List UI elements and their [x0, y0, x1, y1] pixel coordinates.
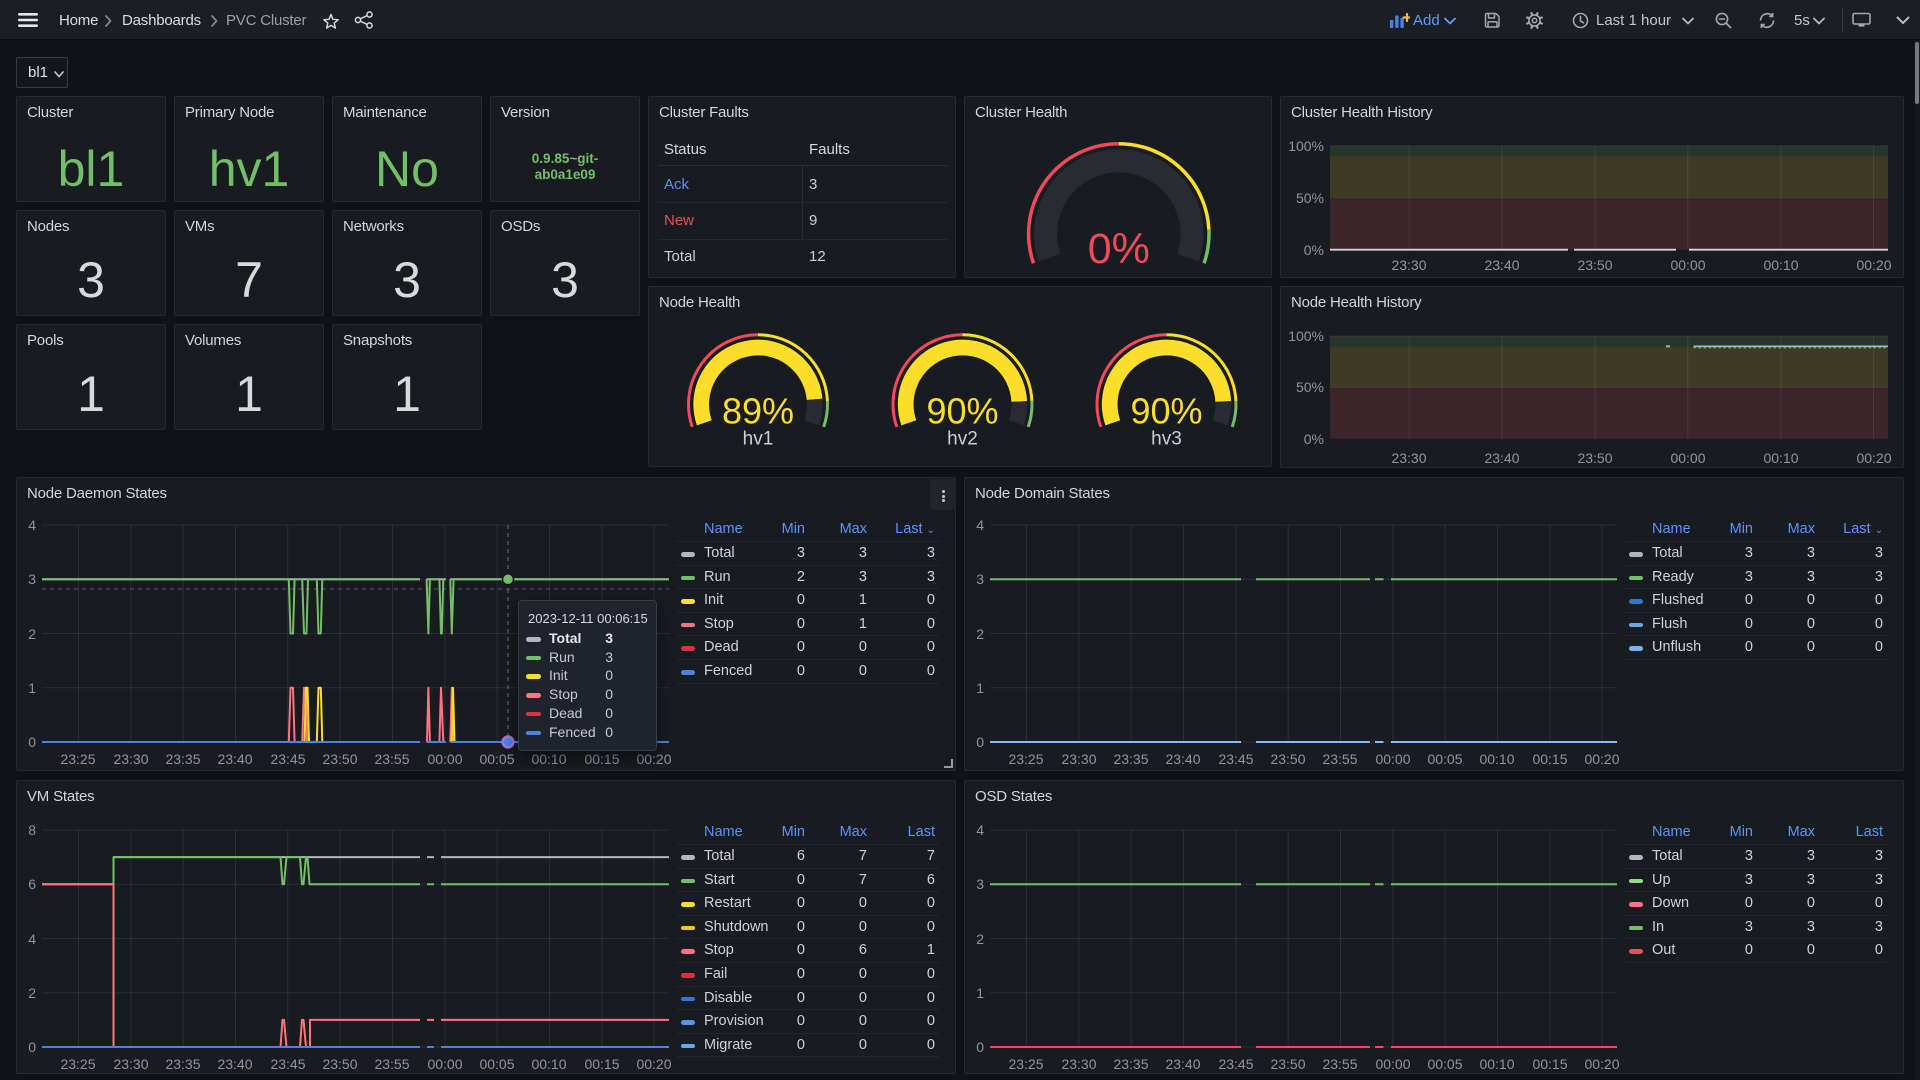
svg-text:0%: 0% — [1088, 225, 1150, 273]
svg-text:90%: 90% — [926, 391, 998, 432]
svg-text:90%: 90% — [1130, 391, 1202, 432]
svg-text:hv1: hv1 — [743, 429, 774, 450]
svg-text:89%: 89% — [722, 391, 794, 432]
svg-text:hv2: hv2 — [947, 429, 978, 450]
svg-text:hv3: hv3 — [1151, 429, 1182, 450]
